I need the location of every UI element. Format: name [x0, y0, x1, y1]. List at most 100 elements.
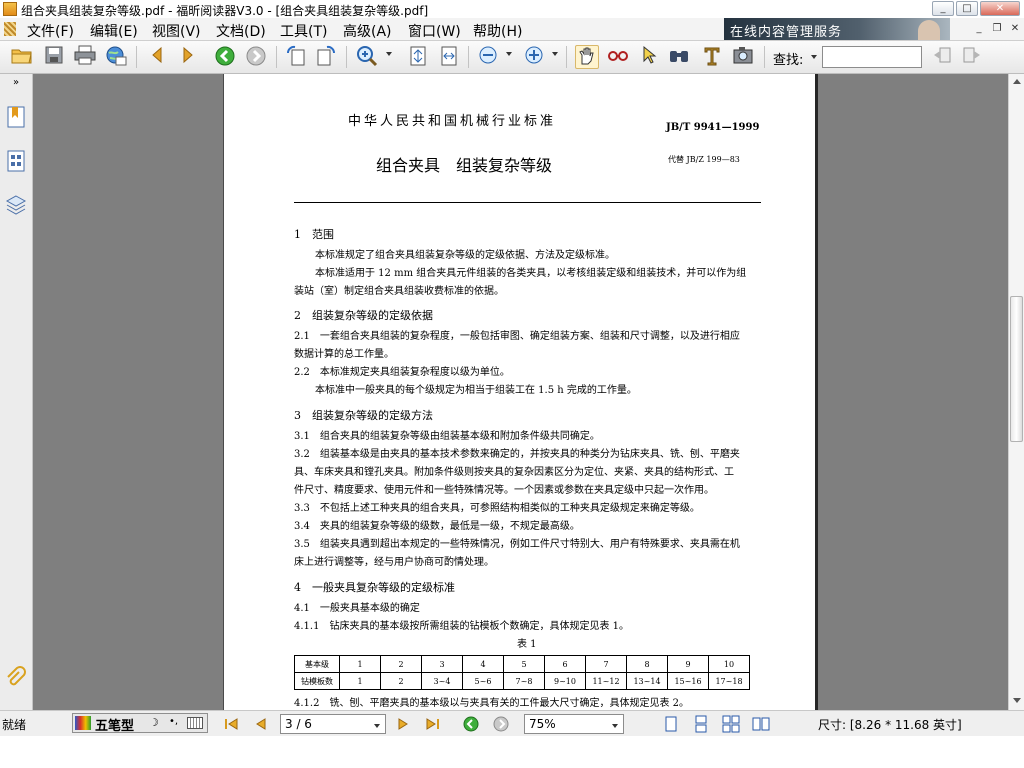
- scroll-down-arrow-icon[interactable]: [1013, 698, 1021, 703]
- find-options-arrow-icon[interactable]: [811, 55, 817, 59]
- fit-width-icon[interactable]: [437, 45, 461, 69]
- status-previous-page-icon[interactable]: [252, 715, 270, 733]
- table-row: 钻模板数 1 2 3~4 5~6 7~8 9~10 11~12 13~14 15…: [294, 672, 750, 690]
- table-cell: 5: [503, 655, 545, 673]
- menu-edit[interactable]: 编辑(E): [90, 21, 138, 41]
- grade-table: 基本级 1 2 3 4 5 6 7 8 9 10 钻模板数 1 2 3~4 5~…: [294, 655, 750, 690]
- zoom-in-dropdown-arrow-icon[interactable]: [552, 52, 558, 56]
- table-cell: 钻模板数: [294, 672, 340, 690]
- maximize-button[interactable]: □: [956, 1, 978, 16]
- find-previous-icon[interactable]: [930, 45, 954, 69]
- banner-person-icon: [918, 20, 940, 40]
- paragraph-line: 4.1.1 钻床夹具的基本级按所需组装的钻模板个数确定，具体规定见表 1。: [294, 621, 629, 632]
- paragraph-line: 床上进行调整等，经与用户协商可酌情处理。: [294, 557, 494, 568]
- ime-mode-label[interactable]: 五笔型: [95, 715, 134, 734]
- menu-window[interactable]: 窗口(W): [408, 21, 461, 41]
- scroll-thumb[interactable]: [1010, 296, 1023, 442]
- select-text-icon[interactable]: [606, 45, 630, 69]
- status-forward-icon[interactable]: [492, 715, 510, 733]
- paragraph-line: 本标准适用于 12 mm 组合夹具元件组装的各类夹具，以考核组装定级和组装技术，…: [315, 268, 747, 279]
- ime-toolbar[interactable]: 五笔型 ☽ •,: [72, 713, 208, 734]
- zoom-level-dropdown-arrow-icon[interactable]: [612, 724, 618, 728]
- layers-panel-icon[interactable]: [3, 192, 29, 218]
- menu-grip-icon: [4, 22, 16, 36]
- forward-icon[interactable]: [244, 45, 268, 69]
- snapshot-camera-icon[interactable]: [731, 45, 755, 69]
- continuous-facing-view-icon[interactable]: [722, 715, 740, 733]
- doc-standard-number: JB/T 9941—1999: [666, 122, 760, 133]
- menu-file[interactable]: 文件(F): [27, 21, 74, 41]
- open-folder-icon[interactable]: [10, 45, 34, 69]
- last-page-icon[interactable]: [424, 715, 442, 733]
- rotate-right-icon[interactable]: [314, 45, 338, 69]
- table-cell: 10: [708, 655, 750, 673]
- menu-tools[interactable]: 工具(T): [280, 21, 327, 41]
- find-binoculars-icon[interactable]: [667, 45, 691, 69]
- ime-keyboard-icon[interactable]: [187, 717, 203, 729]
- toolbar-separator: [468, 46, 469, 68]
- online-service-banner[interactable]: 在线内容管理服务: [724, 18, 950, 40]
- thumbnails-panel-icon[interactable]: [3, 148, 29, 174]
- fit-page-icon[interactable]: [406, 45, 430, 69]
- next-page-icon[interactable]: [176, 45, 200, 69]
- minimize-button[interactable]: _: [932, 1, 954, 16]
- status-back-icon[interactable]: [462, 715, 480, 733]
- toolbar-separator: [566, 46, 567, 68]
- ime-punctuation-icon[interactable]: •,: [169, 716, 178, 727]
- section-heading: 1 范围: [294, 228, 334, 241]
- bookmarks-panel-icon[interactable]: [3, 104, 29, 130]
- doc-header: 中华人民共和国机械行业标准: [348, 114, 557, 129]
- scroll-up-arrow-icon[interactable]: [1013, 79, 1021, 84]
- back-icon[interactable]: [213, 45, 237, 69]
- ime-moon-icon[interactable]: ☽: [149, 716, 159, 729]
- table-cell: 17~18: [708, 672, 750, 690]
- status-next-page-icon[interactable]: [394, 715, 412, 733]
- zoom-out-dropdown-arrow-icon[interactable]: [506, 52, 512, 56]
- previous-page-icon[interactable]: [145, 45, 169, 69]
- title-divider: [294, 202, 761, 203]
- desktop-strip: [0, 736, 1024, 768]
- menu-help[interactable]: 帮助(H): [473, 21, 522, 41]
- attachments-paperclip-icon[interactable]: [3, 666, 29, 692]
- doc-restore-button[interactable]: ❐: [990, 22, 1004, 36]
- doc-minimize-button[interactable]: _: [972, 22, 986, 36]
- find-input[interactable]: [822, 46, 922, 68]
- doc-replaces: 代替 JB/Z 199—83: [668, 155, 740, 164]
- toolbar-separator: [764, 46, 765, 68]
- hand-tool-icon[interactable]: [575, 45, 599, 69]
- zoom-out-icon[interactable]: [476, 45, 500, 69]
- toolbar: 查找:: [0, 41, 1024, 74]
- menu-document[interactable]: 文档(D): [216, 21, 266, 41]
- email-globe-icon[interactable]: [104, 45, 128, 69]
- zoom-in-icon[interactable]: [522, 45, 546, 69]
- table-cell: 13~14: [626, 672, 668, 690]
- single-page-view-icon[interactable]: [662, 715, 680, 733]
- select-pointer-icon[interactable]: [637, 45, 661, 69]
- close-button[interactable]: ✕: [980, 1, 1020, 16]
- table-cell: 7: [585, 655, 627, 673]
- typewriter-icon[interactable]: [700, 45, 724, 69]
- paragraph-line: 本标准中一般夹具的每个级规定为相当于组装工在 1.5 h 完成的工作量。: [315, 385, 637, 396]
- save-icon[interactable]: [42, 45, 66, 69]
- print-icon[interactable]: [73, 45, 97, 69]
- paragraph-line: 本标准规定了组合夹具组装复杂等级的定级依据、方法及定级标准。: [315, 250, 615, 261]
- vertical-scrollbar[interactable]: [1008, 74, 1024, 710]
- doc-close-button[interactable]: ✕: [1008, 22, 1022, 36]
- menu-view[interactable]: 视图(V): [152, 21, 201, 41]
- table-cell: 基本级: [294, 655, 340, 673]
- page-dropdown-arrow-icon[interactable]: [374, 724, 380, 728]
- zoom-in-tool-icon[interactable]: [355, 45, 379, 69]
- expand-panel-icon[interactable]: »: [3, 76, 29, 90]
- table-cell: 8: [626, 655, 668, 673]
- menu-advanced[interactable]: 高级(A): [343, 21, 392, 41]
- pdf-page[interactable]: 中华人民共和国机械行业标准 JB/T 9941—1999 组合夹具 组装复杂等级…: [223, 74, 818, 710]
- continuous-view-icon[interactable]: [692, 715, 710, 733]
- first-page-icon[interactable]: [222, 715, 240, 733]
- page-number-field[interactable]: 3 / 6: [280, 714, 386, 734]
- zoom-level-field[interactable]: 75%: [524, 714, 624, 734]
- find-next-icon[interactable]: [960, 45, 984, 69]
- zoom-dropdown-arrow-icon[interactable]: [386, 52, 392, 56]
- rotate-left-icon[interactable]: [284, 45, 308, 69]
- facing-view-icon[interactable]: [752, 715, 770, 733]
- table-row: 基本级 1 2 3 4 5 6 7 8 9 10: [294, 655, 750, 673]
